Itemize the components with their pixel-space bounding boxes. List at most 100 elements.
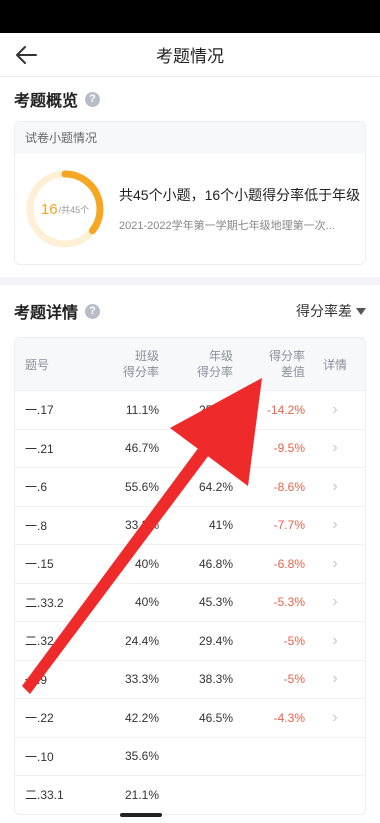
question-no: 二.33.1 <box>25 788 64 803</box>
question-no: 一.6 <box>25 480 48 495</box>
section-divider <box>0 277 380 285</box>
rate-diff: -5% <box>283 672 305 687</box>
grade-rate: 41% <box>208 518 233 533</box>
question-no: 一.15 <box>25 557 54 572</box>
detail-title: 考题详情 <box>14 305 79 322</box>
page-title: 考题情况 <box>156 47 224 66</box>
sort-label: 得分率差 <box>296 303 352 319</box>
question-no: 一.9 <box>25 672 48 687</box>
chevron-right-icon[interactable]: › <box>332 670 337 687</box>
col-question-no: 题号 <box>25 357 50 372</box>
progress-ring: 16 /共45个 <box>25 169 105 249</box>
detail-cell: › <box>305 439 365 457</box>
question-no: 二.33.2 <box>25 595 64 610</box>
card-title: 试卷小题情况 <box>15 122 365 154</box>
grade-rate: 45.3% <box>198 595 233 610</box>
table-row[interactable]: 二.33.1 21.1% <box>15 775 365 814</box>
table-row[interactable]: 一.10 35.6% <box>15 736 365 776</box>
chevron-right-icon[interactable]: › <box>332 478 337 495</box>
grade-rate: 64.2% <box>198 479 233 494</box>
grade-rate: 56.2% <box>198 441 233 456</box>
exam-name: 2021-2022学年第一学期七年级地理第一次... <box>119 220 335 232</box>
card-body: 16 /共45个 共45个小题，16个小题得分率低于年级 2021-2022学年… <box>15 154 365 264</box>
class-rate: 11.1% <box>125 402 159 417</box>
grade-rate: 25.3% <box>198 402 233 417</box>
detail-cell: › <box>305 555 365 573</box>
class-rate: 21.1% <box>124 787 159 802</box>
overview-title: 考题概览 <box>14 93 79 110</box>
low-score-count: 16 <box>40 200 58 218</box>
rate-diff: -6.8% <box>273 556 305 571</box>
detail-cell: › <box>305 516 365 534</box>
table-row[interactable]: 二.33.2 40% 45.3% -5.3% › <box>15 582 365 622</box>
chevron-right-icon[interactable]: › <box>332 555 337 572</box>
grade-rate: 29.4% <box>198 633 233 648</box>
detail-cell: › <box>305 632 365 650</box>
table-row[interactable]: 一.6 55.6% 64.2% -8.6% › <box>15 467 365 506</box>
sort-dropdown[interactable]: 得分率差 <box>296 301 366 321</box>
table-row[interactable]: 一.21 46.7% 56.2% -9.5% › <box>15 428 365 468</box>
help-icon[interactable]: ? <box>85 91 101 107</box>
table-row[interactable]: 一.15 40% 46.8% -6.8% › <box>15 544 365 583</box>
question-no: 一.8 <box>25 518 48 533</box>
question-no: 一.17 <box>25 403 54 418</box>
summary-text: 共45个小题，16个小题得分率低于年级 <box>119 187 361 203</box>
chevron-right-icon[interactable]: › <box>332 439 337 456</box>
table-row[interactable]: 一.8 33.3% 41% -7.7% › <box>15 505 365 545</box>
class-rate: 46.7% <box>124 441 159 456</box>
col-rate-diff[interactable]: 得分率 差值 <box>233 348 305 380</box>
class-rate: 24.4% <box>124 633 159 648</box>
rate-diff: -4.3% <box>273 710 305 725</box>
rate-diff: -8.6% <box>273 479 305 494</box>
detail-cell: › <box>305 670 365 688</box>
chevron-right-icon[interactable]: › <box>332 632 337 649</box>
class-rate: 40% <box>134 595 159 610</box>
detail-heading: 考题详情 ? <box>14 289 101 333</box>
question-no: 一.10 <box>25 749 54 764</box>
question-no: 一.22 <box>25 711 54 726</box>
class-rate: 33.3% <box>124 672 159 687</box>
home-indicator[interactable] <box>120 813 162 817</box>
rate-diff: -5.3% <box>273 595 305 610</box>
col-class-rate[interactable]: 班级 得分率 <box>95 348 159 380</box>
chevron-right-icon[interactable]: › <box>332 516 337 533</box>
grade-rate: 38.3% <box>198 672 233 687</box>
question-no: 二.32.2 <box>25 634 64 649</box>
help-icon[interactable]: ? <box>85 303 101 319</box>
table-header: 题号 班级 得分率 年级 得分率 得分率 差值 详情 <box>15 338 365 390</box>
summary: 共45个小题，16个小题得分率低于年级 2021-2022学年第一学期七年级地理… <box>119 185 360 233</box>
col-grade-rate[interactable]: 年级 得分率 <box>159 348 233 380</box>
grade-rate: 46.5% <box>198 710 233 725</box>
rate-diff: -7.7% <box>273 518 305 533</box>
table-row[interactable]: 二.32.2 24.4% 29.4% -5% › <box>15 621 365 660</box>
question-no: 一.21 <box>25 441 54 456</box>
overview-card: 试卷小题情况 16 /共45个 共45个小题，16个小题得分率低于年级 2021… <box>14 121 366 265</box>
class-rate: 42.2% <box>124 710 159 725</box>
table-row[interactable]: 一.17 11.1% 25.3% -14.2% › <box>15 390 365 429</box>
detail-cell: › <box>305 478 365 496</box>
table-row[interactable]: 一.22 42.2% 46.5% -4.3% › <box>15 698 365 737</box>
rate-diff: -14.2% <box>266 402 305 417</box>
class-rate: 35.6% <box>124 749 159 764</box>
total-count: /共45个 <box>58 204 90 215</box>
class-rate: 33.3% <box>124 518 159 533</box>
col-detail: 详情 <box>322 357 347 372</box>
caret-down-icon <box>356 307 366 315</box>
rate-diff: -5% <box>283 633 305 648</box>
question-table: 题号 班级 得分率 年级 得分率 得分率 差值 详情 一.17 11.1% 25.3… <box>14 337 366 815</box>
detail-cell: › <box>305 593 365 611</box>
detail-cell: › <box>305 709 365 727</box>
table-row[interactable]: 一.9 33.3% 38.3% -5% › <box>15 659 365 699</box>
detail-cell: › <box>305 401 365 419</box>
class-rate: 55.6% <box>124 479 159 494</box>
grade-rate: 46.8% <box>198 556 233 571</box>
status-bar <box>0 0 380 33</box>
nav-bar: 考题情况 <box>0 33 380 77</box>
detail-header: 考题详情 ? 得分率差 <box>0 285 380 337</box>
chevron-right-icon[interactable]: › <box>332 401 337 418</box>
chevron-right-icon[interactable]: › <box>332 593 337 610</box>
overview-heading: 考题概览 ? <box>0 77 380 121</box>
back-arrow-icon[interactable] <box>14 45 38 65</box>
rate-diff: -9.5% <box>273 441 305 456</box>
chevron-right-icon[interactable]: › <box>332 709 337 726</box>
